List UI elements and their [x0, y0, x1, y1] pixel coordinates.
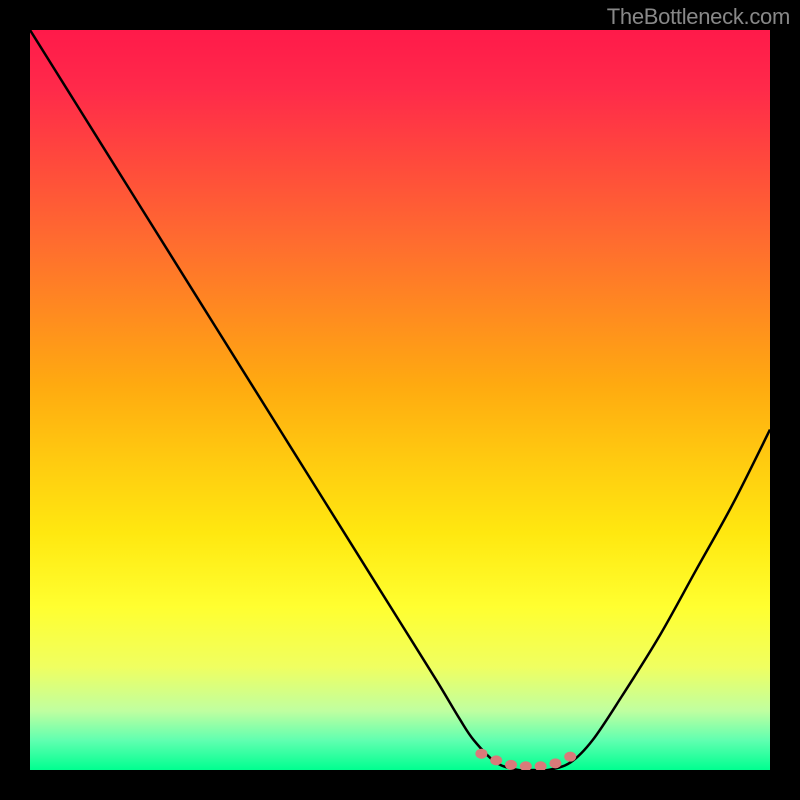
marker-dot — [549, 758, 561, 768]
chart-svg — [30, 30, 770, 770]
marker-dot — [564, 752, 576, 762]
marker-dot — [535, 761, 547, 770]
bottleneck-curve-line — [30, 30, 770, 770]
attribution-text: TheBottleneck.com — [607, 4, 790, 30]
marker-dot — [475, 749, 487, 759]
plot-area — [30, 30, 770, 770]
marker-dot — [505, 760, 517, 770]
marker-dot — [490, 755, 502, 765]
marker-dot — [520, 761, 532, 770]
